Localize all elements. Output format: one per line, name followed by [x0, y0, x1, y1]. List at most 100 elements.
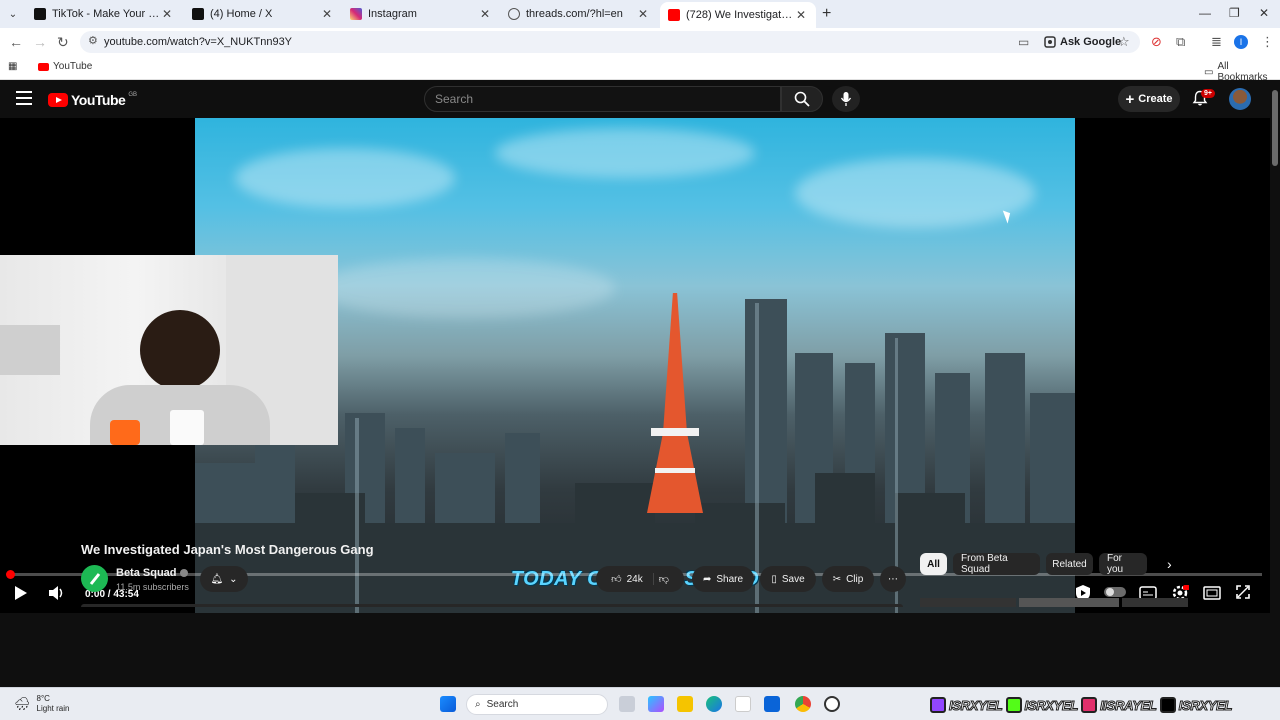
- tab-tiktok[interactable]: TikTok - Make Your Day ✕: [26, 2, 182, 26]
- channel-name-text[interactable]: Beta Squad: [116, 567, 177, 579]
- chip-for-you[interactable]: For you: [1099, 553, 1147, 575]
- restore-icon[interactable]: ❐: [1229, 6, 1240, 20]
- rain-cloud-icon: 🌧︎: [14, 696, 31, 711]
- page-scrollbar[interactable]: [1270, 80, 1280, 687]
- channel-avatar[interactable]: [81, 565, 108, 592]
- social-handle: IISRAYEL: [1100, 697, 1158, 713]
- weather-condition: Light rain: [36, 704, 70, 713]
- windows-start-icon[interactable]: [440, 696, 456, 712]
- more-horizontal-icon: ⋯: [888, 573, 898, 585]
- tab-title: (4) Home / X: [210, 8, 273, 20]
- save-button[interactable]: ▯ Save: [760, 566, 816, 592]
- close-icon[interactable]: ✕: [478, 7, 492, 21]
- close-icon[interactable]: ✕: [320, 7, 334, 21]
- channel-name[interactable]: Beta Squad: [116, 567, 188, 579]
- extensions-icon[interactable]: ⧉: [1176, 34, 1185, 50]
- country-code: GB: [128, 92, 137, 98]
- social-handle: ISRXYEL: [1024, 697, 1079, 713]
- tab-x[interactable]: (4) Home / X ✕: [184, 2, 342, 26]
- blocked-icon[interactable]: ⊘: [1151, 34, 1162, 50]
- apps-grid-icon[interactable]: ▦: [8, 61, 17, 72]
- close-icon[interactable]: ✕: [636, 7, 650, 21]
- subscribed-bell-button[interactable]: 🔔︎ ⌄: [200, 566, 248, 592]
- fullscreen-icon[interactable]: [1236, 585, 1250, 604]
- scrollbar-thumb[interactable]: [1272, 90, 1278, 166]
- back-arrow-icon[interactable]: ←: [9, 34, 23, 50]
- verified-check-icon: [179, 569, 188, 578]
- url-text[interactable]: youtube.com/watch?v=X_NUKTnn93Y: [104, 36, 292, 48]
- close-icon[interactable]: ✕: [794, 8, 808, 22]
- window-close-icon[interactable]: ✕: [1259, 6, 1269, 20]
- recommended-thumbnail[interactable]: [1019, 598, 1119, 607]
- create-button[interactable]: + Create: [1118, 86, 1180, 112]
- like-button[interactable]: 👍︎ 24k: [611, 573, 654, 585]
- search-button[interactable]: [781, 86, 823, 112]
- play-icon[interactable]: [14, 585, 28, 606]
- bookmark-icon: ▯: [771, 573, 777, 585]
- forward-arrow-icon[interactable]: →: [33, 34, 47, 50]
- menu-kebab-icon[interactable]: ⋮: [1261, 34, 1274, 50]
- chip-all[interactable]: All: [920, 553, 947, 575]
- tab-search-chevron-icon[interactable]: ⌄: [4, 5, 22, 23]
- like-dislike-group: 👍︎ 24k 👎︎: [596, 566, 684, 592]
- file-explorer-icon[interactable]: [677, 696, 693, 712]
- instagram-icon: [1081, 697, 1098, 713]
- mail-icon[interactable]: [764, 696, 780, 712]
- thumbs-down-icon[interactable]: 👎︎: [659, 573, 669, 585]
- chrome-icon[interactable]: [795, 696, 811, 712]
- edge-icon[interactable]: [706, 696, 722, 712]
- recommended-thumbnail[interactable]: [1122, 598, 1188, 607]
- bookmark-youtube[interactable]: YouTube: [38, 61, 92, 72]
- tab-threads[interactable]: threads.com/?hl=en ✕: [500, 2, 658, 26]
- site-settings-icon[interactable]: ⚙: [88, 34, 98, 47]
- scrubber-handle[interactable]: [6, 570, 15, 579]
- account-avatar[interactable]: [1229, 88, 1251, 110]
- copilot-icon[interactable]: [648, 696, 664, 712]
- voice-search-button[interactable]: [832, 86, 860, 112]
- youtube-logo[interactable]: YouTube GB: [48, 92, 137, 108]
- media-queue-icon[interactable]: ≣: [1211, 34, 1222, 50]
- lens-icon: [1044, 36, 1056, 48]
- autoplay-toggle[interactable]: [1104, 587, 1126, 597]
- twitch-icon: [930, 697, 946, 713]
- profile-avatar[interactable]: I: [1234, 35, 1248, 49]
- volume-icon[interactable]: [48, 585, 66, 606]
- temperature: 8°C: [36, 694, 50, 703]
- minimize-icon[interactable]: —: [1199, 6, 1211, 20]
- bookmarks-bar: ▦ YouTube ▭ All Bookmarks: [0, 56, 1280, 83]
- ask-google-button[interactable]: Ask Google: [1044, 36, 1121, 48]
- search-box[interactable]: [424, 86, 781, 112]
- task-view-icon[interactable]: [619, 696, 635, 712]
- plus-icon: +: [1125, 90, 1135, 108]
- tab-youtube[interactable]: (728) We Investigated Japan's M ✕: [660, 2, 816, 28]
- chevron-right-icon[interactable]: ›: [1167, 556, 1172, 572]
- tab-instagram[interactable]: Instagram ✕: [342, 2, 500, 26]
- chip-related[interactable]: Related: [1046, 553, 1093, 575]
- description-box[interactable]: [81, 604, 903, 607]
- tab-title: threads.com/?hl=en: [526, 8, 623, 20]
- address-bar[interactable]: ⚙ youtube.com/watch?v=X_NUKTnn93Y: [80, 31, 1140, 53]
- theater-mode-icon[interactable]: [1203, 586, 1221, 605]
- weather-widget[interactable]: 🌧︎ 8°C Light rain: [14, 694, 69, 714]
- clip-label: Clip: [846, 573, 864, 585]
- reload-icon[interactable]: ↻: [57, 34, 69, 51]
- save-label: Save: [781, 573, 805, 585]
- obs-icon[interactable]: [824, 696, 840, 712]
- close-icon[interactable]: ✕: [160, 7, 174, 21]
- bookmark-star-icon[interactable]: ☆: [1118, 34, 1130, 50]
- clip-button[interactable]: ✂ Clip: [822, 566, 874, 592]
- tiktok-icon: [34, 8, 46, 20]
- menu-hamburger-icon[interactable]: [16, 91, 32, 105]
- recommended-thumbnail[interactable]: [920, 598, 1016, 607]
- share-button[interactable]: ➦ Share: [692, 566, 754, 592]
- chip-from-beta-squad[interactable]: From Beta Squad: [953, 553, 1040, 575]
- cloud: [795, 158, 1035, 228]
- microsoft-store-icon[interactable]: [735, 696, 751, 712]
- search-input[interactable]: [425, 87, 780, 111]
- new-tab-plus-icon[interactable]: +: [822, 5, 831, 23]
- streamer-socials-overlay: ISRXYEL ISRXYEL IISRAYEL ISRXYEL: [930, 691, 1278, 719]
- video-player[interactable]: TODAY ON BETA SQUAD 0:00 / 43:54: [0, 118, 1270, 613]
- cast-icon[interactable]: ▭: [1018, 35, 1029, 49]
- more-actions-button[interactable]: ⋯: [880, 566, 906, 592]
- taskbar-search[interactable]: ⌕ Search: [466, 694, 608, 715]
